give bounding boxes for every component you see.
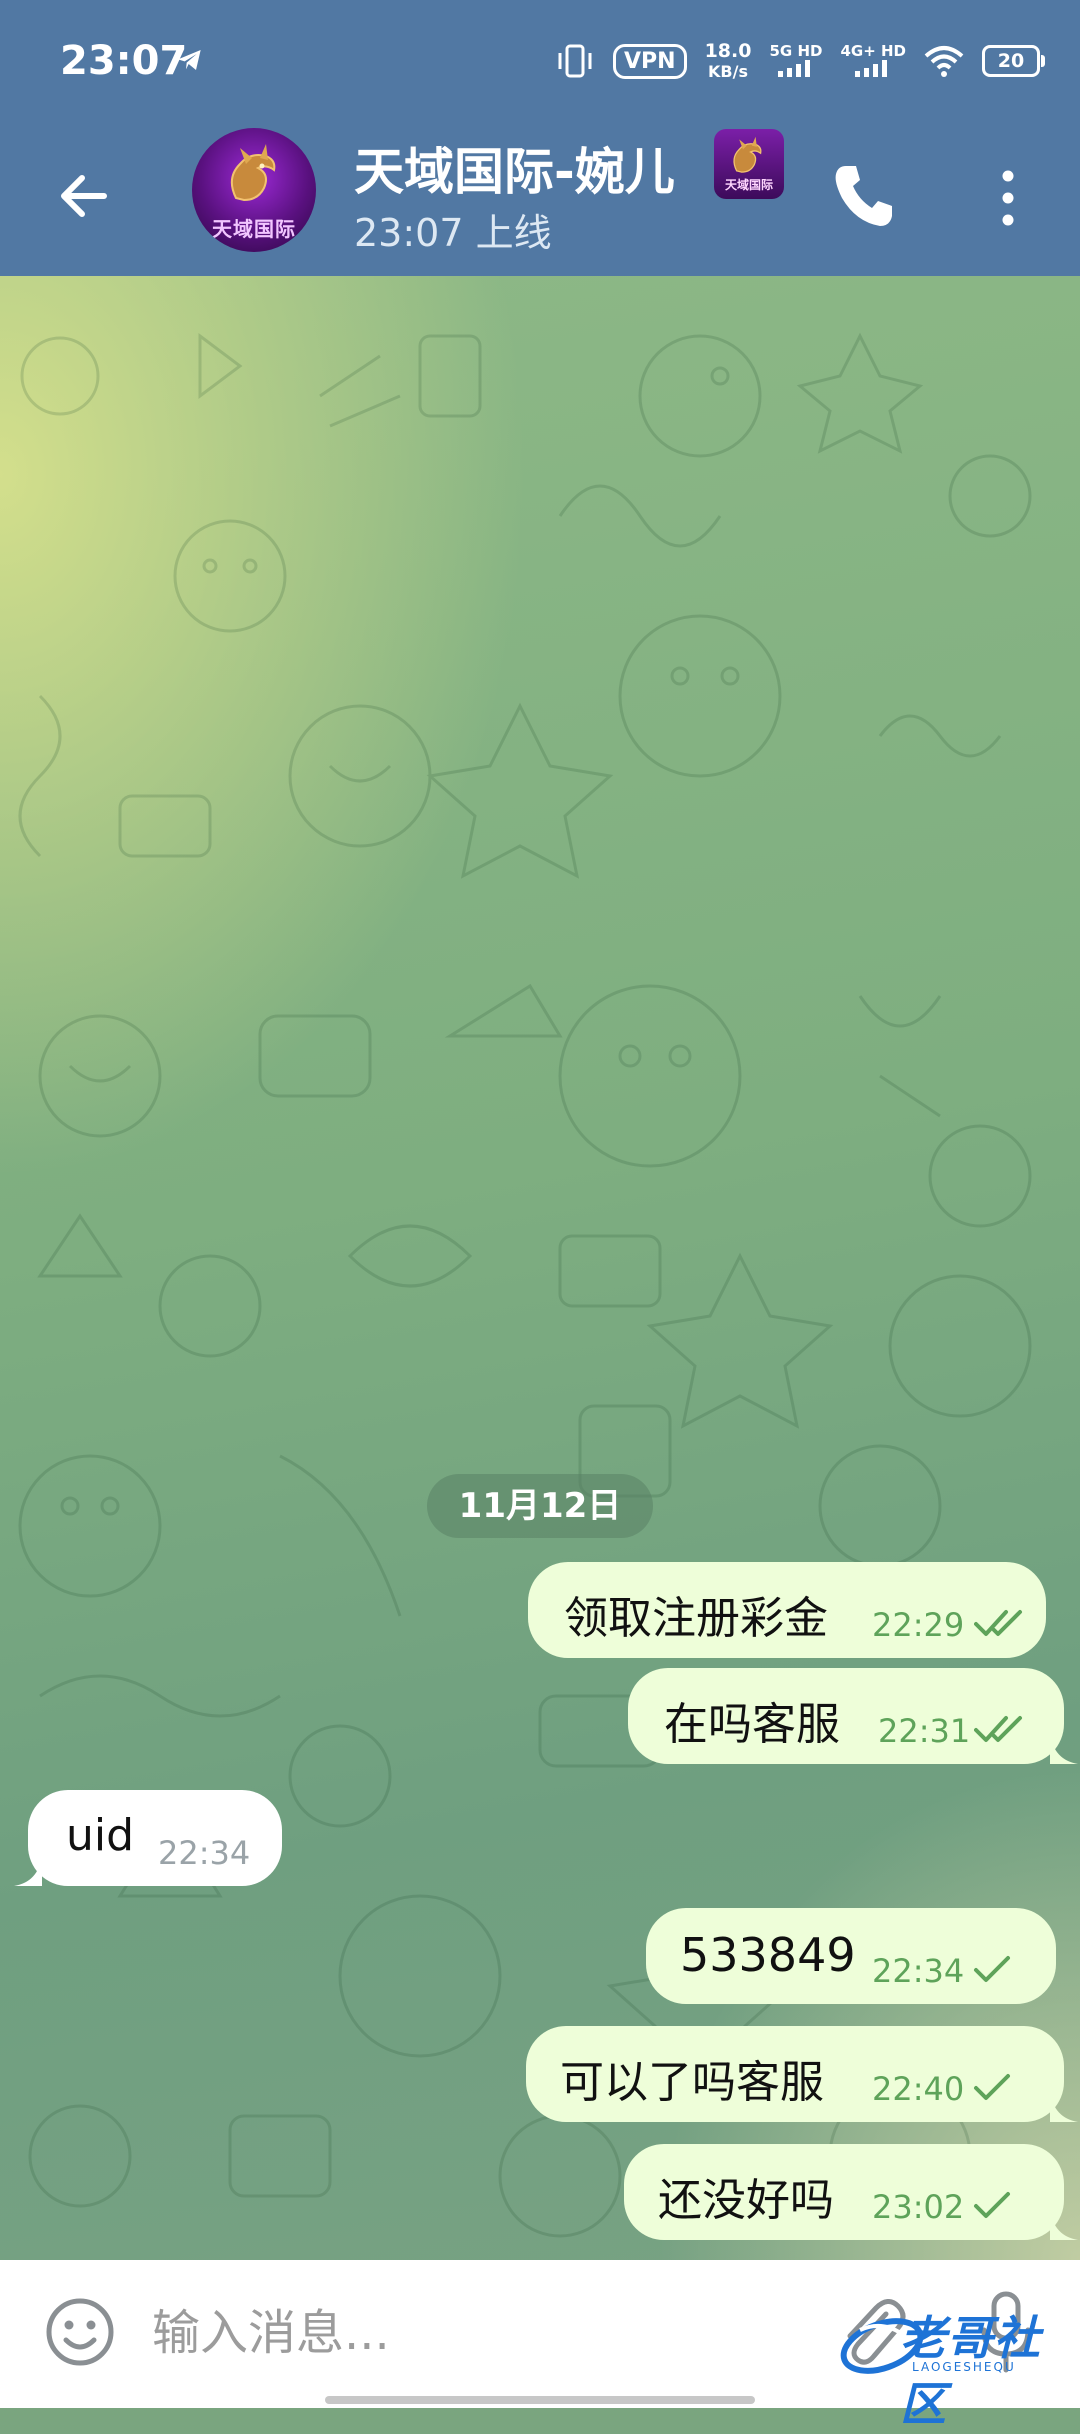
- dragon-logo-icon: [733, 136, 762, 173]
- verified-badge: 天域国际: [714, 129, 784, 199]
- network-speed: 18.0 KB/s: [705, 41, 752, 82]
- message-time: 23:02: [872, 2188, 965, 2226]
- vpn-badge: VPN: [613, 43, 687, 79]
- network-5g-label: 5G HD: [769, 41, 823, 60]
- network-4g: 4G+ HD: [840, 43, 906, 80]
- check-icon: [974, 2074, 1010, 2100]
- vibrate-icon: [558, 44, 592, 78]
- watermark-subtext: LAOGESHEQU: [912, 2360, 1016, 2374]
- avatar-text: 天域国际: [212, 217, 296, 241]
- outgoing-message[interactable]: 还没好吗 23:02: [624, 2144, 1078, 2240]
- message-time: 22:34: [158, 1834, 251, 1872]
- incoming-message[interactable]: uid 22:34: [14, 1790, 282, 1886]
- check-icon: [974, 1956, 1010, 1982]
- message-text: 还没好吗: [658, 2175, 834, 2226]
- bubble-tail: [1050, 2092, 1078, 2122]
- dragon-logo-icon: [230, 144, 276, 202]
- telegram-icon: [178, 50, 201, 70]
- bubble-tail: [1050, 2210, 1078, 2240]
- status-indicators: VPN 18.0 KB/s 5G HD 4G+ HD 20: [555, 36, 1045, 86]
- bubble-tail: [14, 1856, 42, 1886]
- battery-level: 20: [997, 50, 1025, 72]
- check-icon: [974, 2192, 1010, 2218]
- outgoing-message[interactable]: 533849 22:34: [646, 1908, 1056, 2004]
- network-speed-unit: KB/s: [708, 61, 748, 81]
- date-separator: 11月12日: [427, 1474, 653, 1538]
- message-time: 22:40: [872, 2070, 965, 2108]
- message-time: 22:29: [872, 1606, 965, 1644]
- bubble-tail: [1050, 1734, 1078, 1764]
- chat-messages-area[interactable]: 11月12日 领取注册彩金 22:29 在吗客服 22:31 uid 22:34…: [0, 276, 1080, 2260]
- outgoing-message[interactable]: 领取注册彩金 22:29: [528, 1562, 1046, 1658]
- phone-icon[interactable]: [830, 160, 898, 232]
- status-time: 23:07: [60, 38, 188, 84]
- badge-text: 天域国际: [724, 178, 773, 192]
- message-input[interactable]: [150, 2294, 774, 2372]
- message-text: 在吗客服: [664, 1699, 840, 1750]
- signal-icon: [777, 59, 810, 77]
- network-speed-value: 18.0: [704, 39, 752, 62]
- double-check-icon: [974, 1610, 1022, 1636]
- network-4g-label: 4G+ HD: [840, 41, 906, 60]
- message-input-bar: 老哥社区 LAOGESHEQU: [0, 2260, 1080, 2431]
- chat-title[interactable]: 天域国际-婉儿: [354, 132, 675, 204]
- more-vertical-icon[interactable]: [990, 164, 1026, 232]
- message-text: uid: [66, 1810, 135, 1861]
- message-text: 领取注册彩金: [564, 1593, 828, 1644]
- message-text: 可以了吗客服: [560, 2057, 824, 2108]
- message-time: 22:31: [878, 1712, 971, 1750]
- back-arrow-icon[interactable]: [54, 166, 114, 226]
- outgoing-message[interactable]: 在吗客服 22:31: [628, 1668, 1078, 1764]
- outgoing-message[interactable]: 可以了吗客服 22:40: [526, 2026, 1078, 2122]
- chat-last-seen: 23:07 上线: [354, 211, 552, 255]
- double-check-icon: [974, 1716, 1022, 1742]
- network-5g: 5G HD: [769, 43, 822, 80]
- battery-icon: 20: [982, 45, 1045, 77]
- message-text: 533849: [680, 1928, 856, 1982]
- signal-icon: [855, 59, 888, 77]
- chat-header: 天域国际 天域国际-婉儿 天域国际 23:07 上线: [0, 122, 1080, 276]
- status-bar: 23:07 VPN 18.0 KB/s 5G HD 4G+ HD 20: [0, 0, 1080, 122]
- smiley-icon[interactable]: [44, 2296, 116, 2368]
- message-time: 22:34: [872, 1952, 965, 1990]
- gesture-home-bar[interactable]: [325, 2396, 755, 2404]
- wifi-icon: [924, 46, 964, 77]
- contact-avatar[interactable]: 天域国际: [192, 128, 316, 252]
